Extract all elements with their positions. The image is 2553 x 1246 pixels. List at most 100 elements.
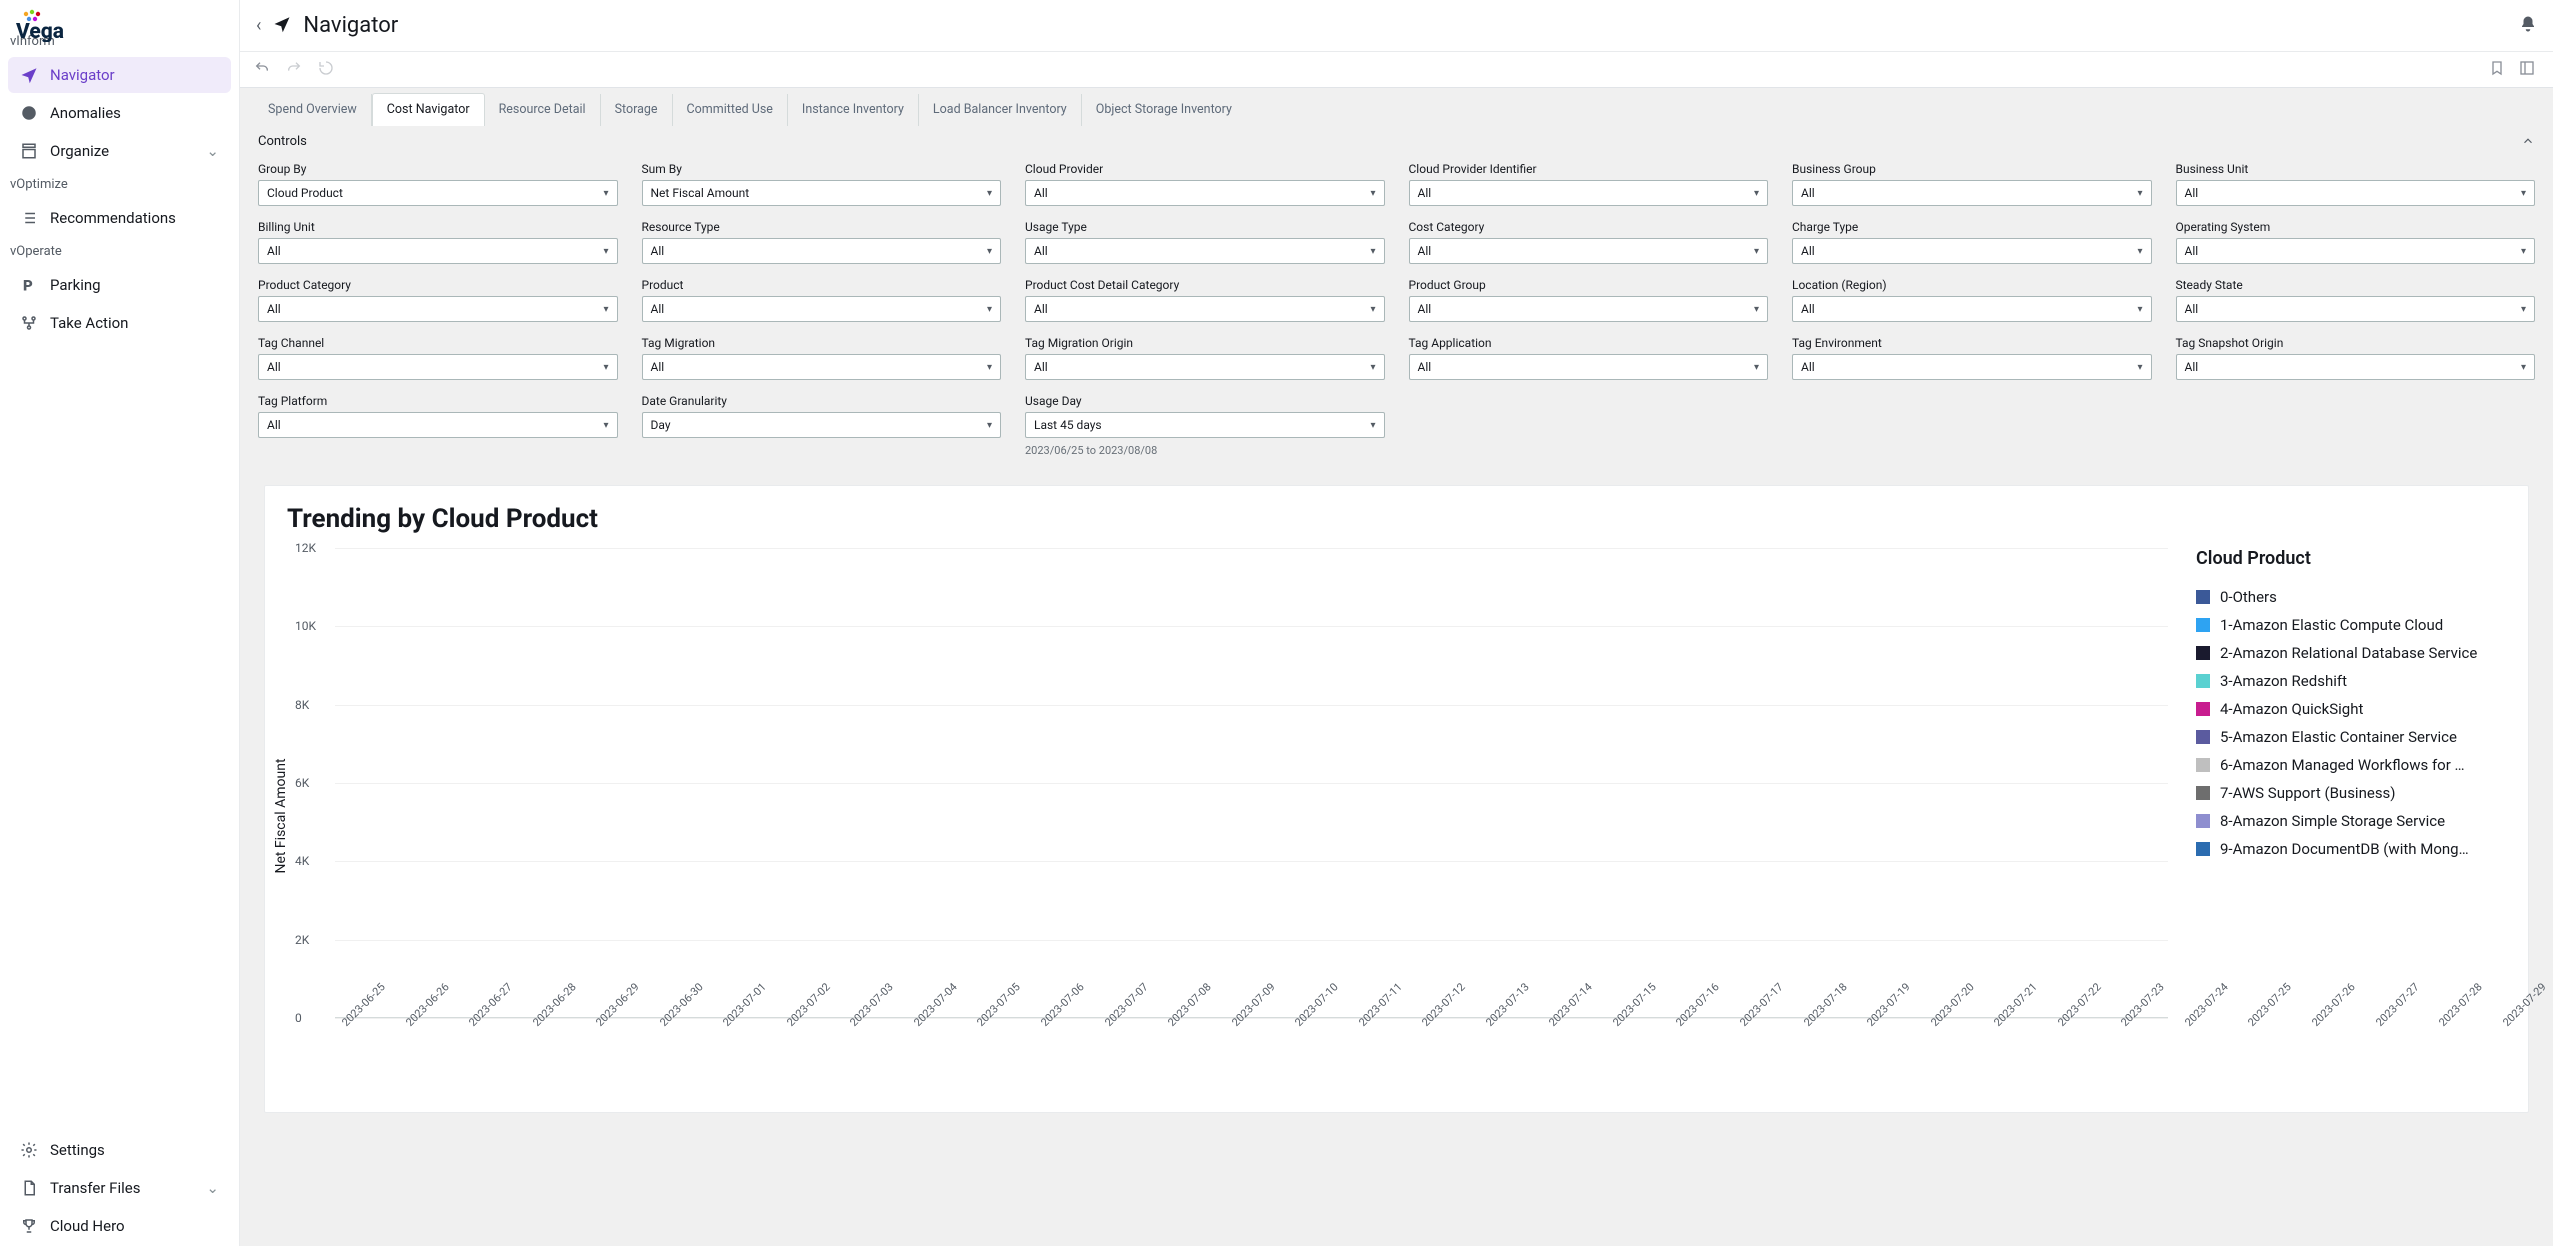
control-select[interactable]: All xyxy=(258,296,618,322)
control-select[interactable]: All xyxy=(2176,180,2536,206)
legend-item[interactable]: 2-Amazon Relational Database Service xyxy=(2196,639,2506,667)
control-select[interactable]: All xyxy=(1025,354,1385,380)
tab-storage[interactable]: Storage xyxy=(601,94,673,126)
control-select[interactable]: All xyxy=(1792,238,2152,264)
logo: Vega xyxy=(0,8,239,28)
sidebar-item-parking[interactable]: PParking xyxy=(8,267,231,303)
control-select[interactable]: All xyxy=(2176,296,2536,322)
legend-label: 7-AWS Support (Business) xyxy=(2220,784,2396,802)
control-operating-system: Operating SystemAll xyxy=(2176,220,2536,264)
control-sum-by: Sum By Net Fiscal Amount xyxy=(642,162,1002,206)
control-location-region-: Location (Region)All xyxy=(1792,278,2152,322)
control-select[interactable]: Day xyxy=(642,412,1002,438)
y-tick-label: 2K xyxy=(295,933,309,947)
control-label: Charge Type xyxy=(1792,220,2152,234)
tab-cost-navigator[interactable]: Cost Navigator xyxy=(372,93,485,126)
reset-icon[interactable] xyxy=(318,60,338,80)
control-select[interactable]: All xyxy=(1409,180,1769,206)
legend-item[interactable]: 3-Amazon Redshift xyxy=(2196,667,2506,695)
legend-item[interactable]: 5-Amazon Elastic Container Service xyxy=(2196,723,2506,751)
legend-swatch xyxy=(2196,730,2210,744)
control-select[interactable]: All xyxy=(642,238,1002,264)
back-button[interactable]: ‹ xyxy=(256,15,261,36)
control-select[interactable]: Cloud Product xyxy=(258,180,618,206)
legend-label: 8-Amazon Simple Storage Service xyxy=(2220,812,2445,830)
redo-icon[interactable] xyxy=(286,60,306,80)
control-select[interactable]: All xyxy=(258,412,618,438)
control-tag-migration: Tag Migration All xyxy=(642,336,1002,380)
control-label: Product xyxy=(642,278,1002,292)
notifications-icon[interactable] xyxy=(2519,15,2537,37)
collapse-controls-icon[interactable] xyxy=(2521,134,2535,152)
bookmark-icon[interactable] xyxy=(2489,60,2509,80)
control-select[interactable]: All xyxy=(1792,354,2152,380)
control-select[interactable]: All xyxy=(2176,354,2536,380)
control-select[interactable]: All xyxy=(1409,296,1769,322)
control-select[interactable]: All xyxy=(642,354,1002,380)
control-steady-state: Steady State All xyxy=(2176,278,2536,322)
sidebar-item-settings[interactable]: Settings xyxy=(8,1132,231,1168)
sidebar-item-navigator[interactable]: Navigator xyxy=(8,57,231,93)
control-select[interactable]: All xyxy=(258,238,618,264)
control-label: Business Unit xyxy=(2176,162,2536,176)
control-select[interactable]: All xyxy=(642,296,1002,322)
control-select[interactable]: All xyxy=(2176,238,2536,264)
sidebar-item-cloud-hero[interactable]: Cloud Hero xyxy=(8,1208,231,1244)
control-label: Group By xyxy=(258,162,618,176)
legend-item[interactable]: 9-Amazon DocumentDB (with Mong… xyxy=(2196,835,2506,863)
legend-item[interactable]: 0-Others xyxy=(2196,583,2506,611)
y-tick-label: 10K xyxy=(295,619,316,633)
control-select[interactable]: All xyxy=(1409,354,1769,380)
legend-item[interactable]: 1-Amazon Elastic Compute Cloud xyxy=(2196,611,2506,639)
control-resource-type: Resource TypeAll xyxy=(642,220,1002,264)
sidebar-item-label: Recommendations xyxy=(50,209,176,227)
legend-swatch xyxy=(2196,702,2210,716)
tab-committed-use[interactable]: Committed Use xyxy=(673,94,788,126)
y-axis-label: Net Fiscal Amount xyxy=(273,758,289,873)
control-select[interactable]: All xyxy=(1025,296,1385,322)
control-label: Tag Migration xyxy=(642,336,1002,350)
legend-item[interactable]: 8-Amazon Simple Storage Service xyxy=(2196,807,2506,835)
undo-icon[interactable] xyxy=(254,60,274,80)
action-icon xyxy=(20,314,38,332)
sidebar-item-label: Cloud Hero xyxy=(50,1217,125,1235)
legend-label: 9-Amazon DocumentDB (with Mong… xyxy=(2220,840,2469,858)
legend-item[interactable]: 4-Amazon QuickSight xyxy=(2196,695,2506,723)
control-label: Cloud Provider xyxy=(1025,162,1385,176)
tab-object-storage-inventory[interactable]: Object Storage Inventory xyxy=(1082,94,1246,126)
control-select[interactable]: All xyxy=(1025,180,1385,206)
control-label: Steady State xyxy=(2176,278,2536,292)
legend-item[interactable]: 6-Amazon Managed Workflows for … xyxy=(2196,751,2506,779)
control-select[interactable]: All xyxy=(258,354,618,380)
sidebar-item-transfer-files[interactable]: Transfer Files⌄ xyxy=(8,1170,231,1206)
nav-section-label: vOperate xyxy=(0,238,239,265)
control-label: Usage Type xyxy=(1025,220,1385,234)
control-label: Cost Category xyxy=(1409,220,1769,234)
control-select[interactable]: All xyxy=(1792,180,2152,206)
sidebar-item-take-action[interactable]: Take Action xyxy=(8,305,231,341)
control-select[interactable]: All xyxy=(1792,296,2152,322)
control-label: Sum By xyxy=(642,162,1002,176)
control-select[interactable]: All xyxy=(1409,238,1769,264)
control-cloud-provider: Cloud Provider All xyxy=(1025,162,1385,206)
legend-swatch xyxy=(2196,814,2210,828)
sidebar-item-anomalies[interactable]: Anomalies xyxy=(8,95,231,131)
control-label: Date Granularity xyxy=(642,394,1002,408)
legend-item[interactable]: 7-AWS Support (Business) xyxy=(2196,779,2506,807)
control-select[interactable]: All xyxy=(1025,238,1385,264)
sidebar-item-organize[interactable]: Organize⌄ xyxy=(8,133,231,169)
sidebar-item-recommendations[interactable]: Recommendations xyxy=(8,200,231,236)
control-select[interactable]: Net Fiscal Amount xyxy=(642,180,1002,206)
control-label: Product Group xyxy=(1409,278,1769,292)
control-select[interactable]: Last 45 days xyxy=(1025,412,1385,438)
nav-section-label: vOptimize xyxy=(0,171,239,198)
tab-resource-detail[interactable]: Resource Detail xyxy=(485,94,601,126)
control-label: Product Category xyxy=(258,278,618,292)
control-hint: 2023/06/25 to 2023/08/08 xyxy=(1025,444,1385,457)
control-billing-unit: Billing UnitAll xyxy=(258,220,618,264)
tab-load-balancer-inventory[interactable]: Load Balancer Inventory xyxy=(919,94,1082,126)
tab-instance-inventory[interactable]: Instance Inventory xyxy=(788,94,919,126)
tab-spend-overview[interactable]: Spend Overview xyxy=(254,94,372,126)
control-cloud-provider-identifier: Cloud Provider IdentifierAll xyxy=(1409,162,1769,206)
expand-icon[interactable] xyxy=(2519,60,2539,80)
